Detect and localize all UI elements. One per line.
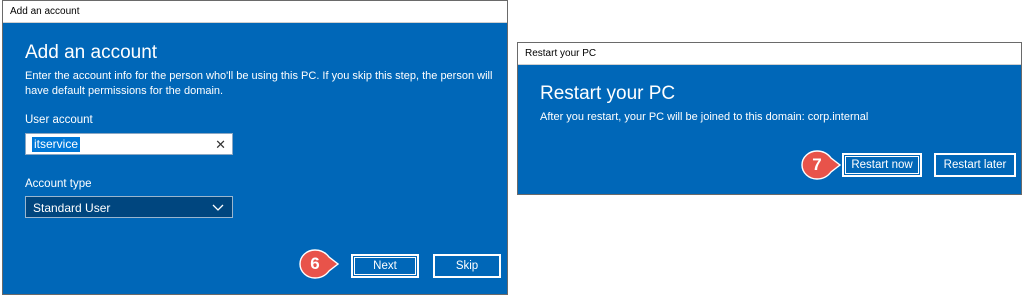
step-number: 7 [812, 155, 822, 174]
restart-now-button[interactable]: Restart now [842, 153, 922, 177]
account-type-value: Standard User [33, 201, 111, 215]
restart-later-button[interactable]: Restart later [934, 153, 1016, 177]
dialog-body: Add an account Enter the account info fo… [3, 23, 507, 294]
close-icon[interactable]: ✕ [215, 136, 226, 153]
skip-button[interactable]: Skip [433, 254, 501, 278]
screenshot-stage: Add an account Add an account Enter the … [0, 0, 1024, 297]
account-type-select[interactable]: Standard User [25, 196, 233, 218]
chevron-down-icon [211, 198, 225, 221]
user-account-value: itservice [32, 137, 81, 152]
account-type-label: Account type [25, 178, 92, 190]
user-account-input[interactable]: itservice ✕ [25, 133, 233, 155]
add-account-dialog: Add an account Add an account Enter the … [2, 0, 508, 295]
dialog-title: Restart your PC [518, 43, 1021, 65]
step-6-badge: 6 [299, 249, 340, 279]
next-button[interactable]: Next [351, 254, 419, 278]
user-account-label: User account [25, 114, 93, 126]
dialog-body: Restart your PC After you restart, your … [518, 65, 1021, 194]
dialog-heading: Add an account [25, 42, 158, 63]
dialog-title: Add an account [3, 1, 507, 23]
step-7-badge: 7 [801, 150, 842, 180]
restart-dialog: Restart your PC Restart your PC After yo… [517, 42, 1022, 195]
step-number: 6 [310, 254, 320, 273]
dialog-description: Enter the account info for the person wh… [25, 70, 493, 97]
dialog-heading: Restart your PC [540, 83, 676, 104]
dialog-description: After you restart, your PC will be joine… [540, 111, 869, 123]
